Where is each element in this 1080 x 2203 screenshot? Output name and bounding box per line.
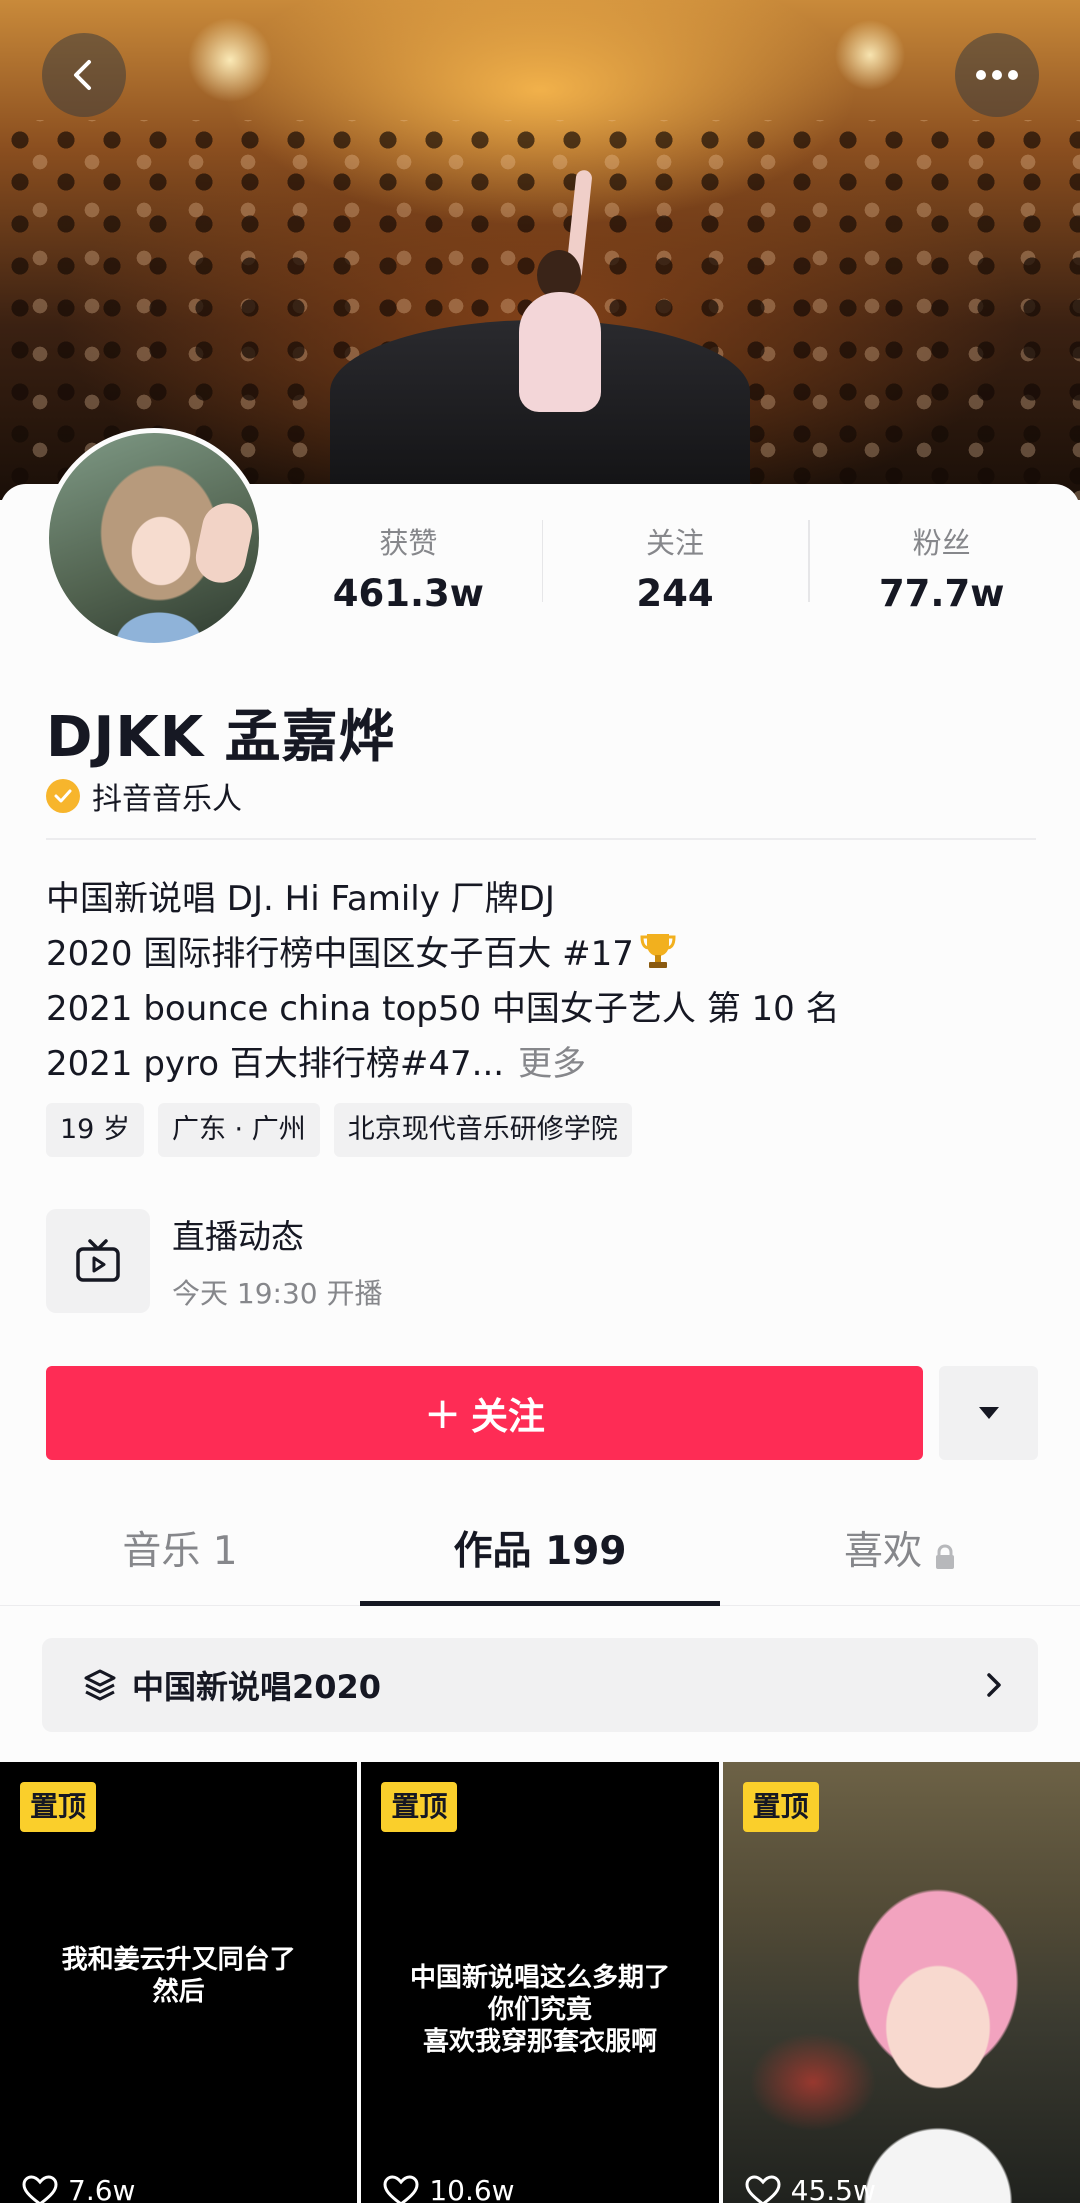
tag-location[interactable]: 广东 · 广州 <box>157 1103 320 1157</box>
banner-performer <box>505 169 615 440</box>
video-likes: 7.6w <box>22 2174 135 2203</box>
tag-age: 19 岁 <box>46 1103 144 1157</box>
likes-count: 7.6w <box>68 2174 136 2203</box>
video-thumbnail[interactable]: 置顶 45.5w <box>722 1762 1080 2203</box>
live-title: 直播动态 <box>172 1217 304 1256</box>
tab-music[interactable]: 音乐 1 <box>0 1490 360 1605</box>
heart-icon <box>383 2174 419 2203</box>
bio-line: 中国新说唱 DJ. Hi Family 厂牌DJ <box>46 879 555 919</box>
verified-label: 抖音音乐人 <box>92 782 242 817</box>
live-schedule[interactable]: 直播动态 今天 19:30 开播 <box>46 1209 383 1313</box>
likes-count: 10.6w <box>429 2174 515 2203</box>
stat-value: 461.3w <box>332 571 484 615</box>
divider <box>46 838 1036 840</box>
stat-followers[interactable]: 粉丝 77.7w <box>808 512 1075 622</box>
profile-tags: 19 岁 广东 · 广州 北京现代音乐研修学院 <box>46 1103 632 1157</box>
heart-icon <box>745 2174 781 2203</box>
verified-check-icon <box>46 779 80 813</box>
profile-banner <box>0 0 1080 500</box>
bio-line-text: 2021 pyro 百大排行榜#47... <box>46 1044 505 1084</box>
video-thumbnail[interactable]: 置顶 中国新说唱这么多期了 你们究竟 喜欢我穿那套衣服啊 10.6w <box>361 1762 719 2203</box>
collection-banner[interactable]: 中国新说唱2020 <box>42 1638 1038 1732</box>
bio-more-link[interactable]: 更多 <box>518 1044 586 1084</box>
heart-icon <box>22 2174 58 2203</box>
video-thumbnail[interactable]: 置顶 我和姜云升又同台了 然后 7.6w <box>0 1762 358 2203</box>
follow-button[interactable]: + 关注 <box>46 1366 923 1460</box>
back-button[interactable] <box>42 33 126 117</box>
pinned-badge: 置顶 <box>20 1782 97 1832</box>
stat-following[interactable]: 关注 244 <box>541 512 809 622</box>
pinned-badge: 置顶 <box>742 1782 819 1832</box>
plus-icon: + <box>424 1387 461 1439</box>
stat-likes[interactable]: 获赞 461.3w <box>275 512 542 622</box>
video-caption: 我和姜云升又同台了 然后 <box>61 1945 296 2007</box>
lock-icon <box>934 1535 956 1569</box>
tab-works[interactable]: 作品 199 <box>360 1490 720 1606</box>
tab-likes[interactable]: 喜欢 <box>720 1490 1080 1605</box>
profile-name: DJKK 孟嘉烨 <box>46 705 396 770</box>
profile-stats: 获赞 461.3w 关注 244 粉丝 77.7w <box>275 512 1075 622</box>
video-caption: 中国新说唱这么多期了 你们究竟 喜欢我穿那套衣服啊 <box>409 1963 670 2057</box>
tab-label: 音乐 1 <box>122 1528 238 1574</box>
bio-line-text: 2020 国际排行榜中国区女子百大 #17 <box>46 934 634 974</box>
pinned-badge: 置顶 <box>381 1782 458 1832</box>
tv-icon <box>46 1209 150 1313</box>
recommend-dropdown-button[interactable] <box>939 1366 1038 1460</box>
bio-line: 2021 pyro 百大排行榜#47... 更多 <box>46 1037 1046 1092</box>
stat-value: 77.7w <box>878 571 1005 615</box>
video-grid: 置顶 我和姜云升又同台了 然后 7.6w 置顶 中国新说唱这么多期了 你们究竟 … <box>0 1762 1080 2203</box>
chevron-right-icon <box>987 1673 1001 1697</box>
live-subtitle: 今天 19:30 开播 <box>172 1277 383 1310</box>
bio[interactable]: 中国新说唱 DJ. Hi Family 厂牌DJ 2020 国际排行榜中国区女子… <box>46 872 1046 1092</box>
bio-line: 2021 bounce china top50 中国女子艺人 第 10 名 <box>46 989 840 1029</box>
follow-label: 关注 <box>470 1395 545 1438</box>
avatar[interactable] <box>44 428 264 648</box>
video-likes: 45.5w <box>745 2174 876 2203</box>
caret-down-icon <box>978 1407 999 1419</box>
verified-label-row: 抖音音乐人 <box>46 774 242 818</box>
stat-label: 粉丝 <box>912 525 971 560</box>
collection-title: 中国新说唱2020 <box>132 1668 382 1706</box>
tab-label: 喜欢 <box>843 1528 922 1574</box>
video-likes: 10.6w <box>383 2174 515 2203</box>
content-tabs: 音乐 1 作品 199 喜欢 <box>0 1490 1080 1606</box>
stat-value: 244 <box>636 571 714 615</box>
ellipsis-icon <box>976 70 1018 80</box>
more-button[interactable] <box>955 33 1039 117</box>
tag-school[interactable]: 北京现代音乐研修学院 <box>333 1103 632 1157</box>
chevron-left-icon <box>74 60 91 90</box>
layers-icon <box>84 1669 116 1701</box>
stat-label: 关注 <box>646 525 705 560</box>
likes-count: 45.5w <box>790 2174 876 2203</box>
stat-label: 获赞 <box>379 525 438 560</box>
bio-line: 2020 国际排行榜中国区女子百大 #17 <box>46 927 1046 982</box>
tab-label: 作品 199 <box>453 1528 627 1574</box>
trophy-icon <box>640 931 676 971</box>
